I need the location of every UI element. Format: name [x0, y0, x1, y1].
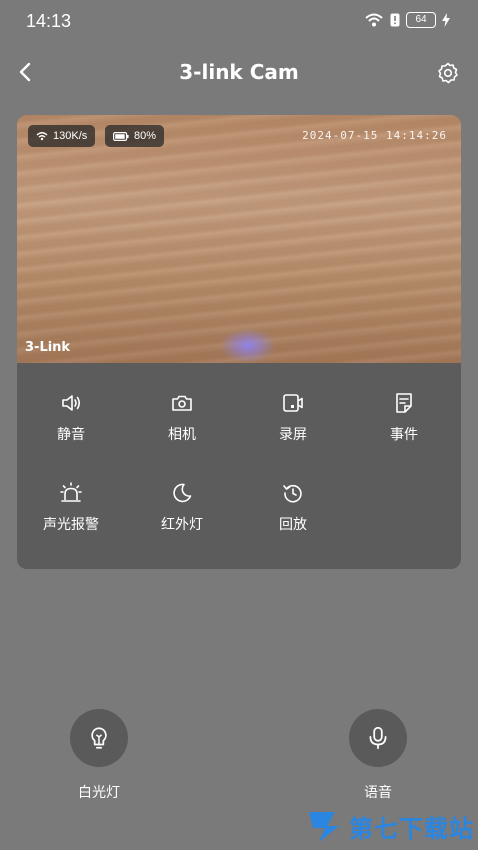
- status-time: 14:13: [26, 11, 72, 31]
- playback-icon: [283, 484, 302, 503]
- mute-button[interactable]: 静音: [21, 391, 121, 451]
- sound-light-alarm-button[interactable]: 声光报警: [21, 481, 121, 541]
- white-light-button[interactable]: [70, 709, 128, 767]
- site-watermark-text: 第七下载站: [349, 814, 474, 843]
- white-light-label: 白光灯: [78, 785, 120, 801]
- alarm-icon: [60, 482, 82, 502]
- battery-indicator: 64: [406, 12, 436, 28]
- infrared-light-button[interactable]: 红外灯: [132, 481, 232, 541]
- charging-icon: [442, 13, 450, 27]
- microphone-icon: [369, 726, 387, 750]
- site-logo-icon: [309, 812, 339, 842]
- page-title: 3-link Cam: [179, 60, 299, 84]
- record-screen-button[interactable]: 录屏: [243, 391, 343, 451]
- camera-battery-badge: 80%: [105, 125, 165, 147]
- playback-button[interactable]: 回放: [243, 481, 343, 541]
- camera-button[interactable]: 相机: [132, 391, 232, 451]
- infrared-light-label: 红外灯: [161, 517, 203, 533]
- control-panel: 静音 相机 录屏 事件 声光报警 红外灯 回放: [17, 363, 461, 569]
- playback-label: 回放: [279, 517, 307, 533]
- battery-icon: [113, 131, 129, 141]
- events-label: 事件: [390, 427, 418, 443]
- moon-icon: [173, 483, 192, 503]
- video-record-icon: [283, 394, 303, 412]
- event-icon: [396, 393, 412, 413]
- camera-video-feed[interactable]: 130K/s 80% 2024-07-15 14:14:26 3-Link: [17, 115, 461, 363]
- voice-label: 语音: [364, 785, 392, 801]
- status-bar: 14:13 64: [0, 0, 478, 44]
- wifi-icon: [365, 13, 383, 27]
- mute-label: 静音: [57, 427, 85, 443]
- light-bulb-icon: [91, 727, 107, 749]
- network-speed-badge: 130K/s: [28, 125, 96, 147]
- camera-label: 相机: [168, 427, 196, 443]
- site-watermark: 第七下载站: [305, 806, 474, 846]
- record-screen-label: 录屏: [279, 427, 307, 443]
- speaker-icon: [62, 395, 81, 411]
- voice-button[interactable]: [349, 709, 407, 767]
- top-nav: 3-link Cam: [0, 50, 478, 96]
- camera-battery-level: 80%: [134, 130, 157, 142]
- gear-icon[interactable]: [436, 61, 460, 85]
- brand-watermark: 3-Link: [25, 340, 71, 355]
- network-speed: 130K/s: [53, 130, 88, 142]
- status-icons: 64: [364, 12, 450, 28]
- sim-alert-icon: [390, 13, 400, 27]
- wifi-icon: [36, 132, 48, 141]
- video-timestamp: 2024-07-15 14:14:26: [302, 129, 447, 142]
- camera-icon: [172, 395, 192, 411]
- events-button[interactable]: 事件: [354, 391, 454, 451]
- sound-light-alarm-label: 声光报警: [43, 517, 99, 533]
